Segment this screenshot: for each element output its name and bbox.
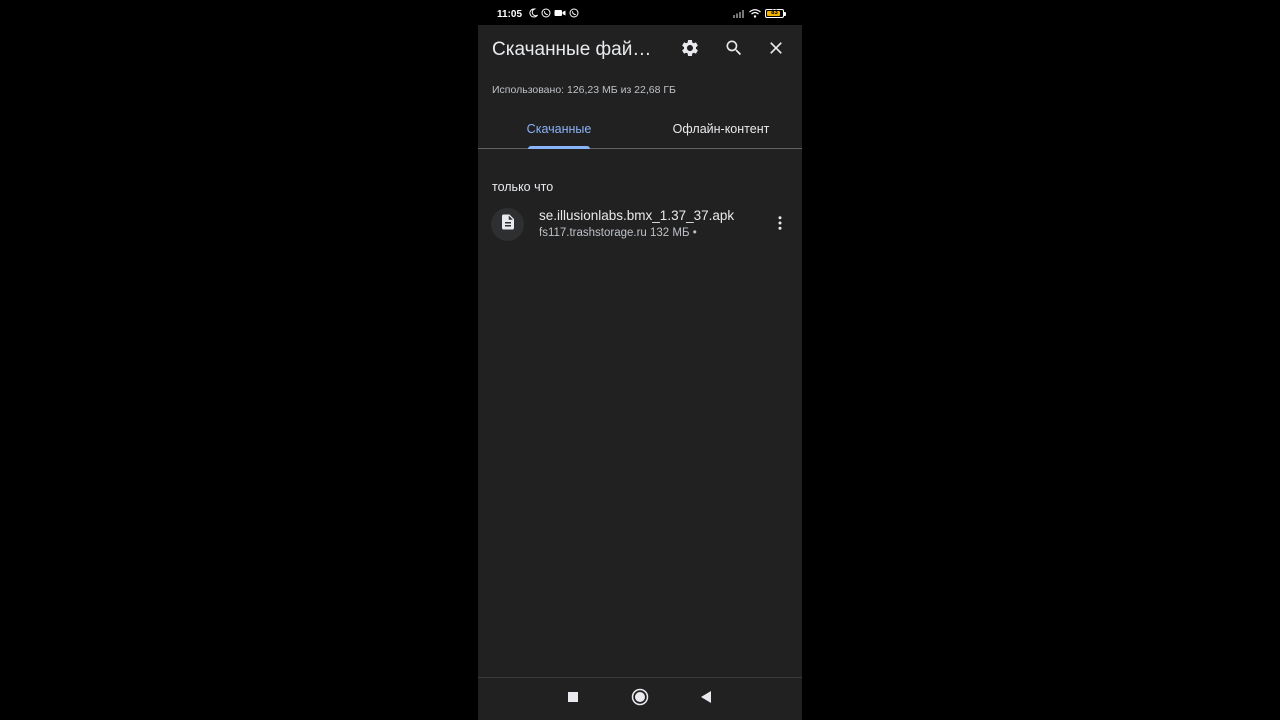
- home-icon: [631, 688, 649, 711]
- gear-icon: [680, 38, 700, 63]
- battery-tip: [784, 11, 786, 16]
- recents-button[interactable]: [562, 688, 584, 710]
- list-item[interactable]: se.illusionlabs.bmx_1.37_37.apk fs117.tr…: [478, 200, 802, 248]
- storage-usage: Использовано: 126,23 МБ из 22,68 ГБ: [492, 84, 676, 96]
- close-button[interactable]: [763, 37, 789, 63]
- file-icon-container: [491, 208, 524, 241]
- status-icons-right: 83: [733, 9, 786, 18]
- moon-icon: [528, 8, 538, 18]
- file-icon: [499, 213, 517, 236]
- video-camera-icon: [554, 8, 566, 18]
- tab-indicator: [528, 146, 590, 149]
- tab-downloads[interactable]: Скачанные: [478, 110, 640, 148]
- navigation-bar: [478, 677, 802, 720]
- recents-icon: [567, 690, 579, 708]
- wifi-icon: [749, 9, 761, 18]
- battery-level: 83: [771, 10, 778, 16]
- tab-bar: Скачанные Офлайн-контент: [478, 110, 802, 149]
- viber-icon: [569, 8, 579, 18]
- file-name: se.illusionlabs.bmx_1.37_37.apk: [539, 208, 735, 223]
- more-vert-icon: [771, 214, 789, 237]
- phone-screen: 11:05 83 Скачанные фай… Использовано: 12…: [478, 0, 802, 720]
- section-title: только что: [492, 180, 554, 194]
- file-meta: fs117.trashstorage.ru 132 МБ •: [539, 227, 697, 239]
- tab-offline-content[interactable]: Офлайн-контент: [640, 110, 802, 148]
- page-title: Скачанные фай…: [492, 39, 652, 60]
- battery-body: 83: [765, 9, 784, 18]
- settings-button[interactable]: [677, 37, 703, 63]
- status-icons-left: [528, 8, 579, 18]
- back-button[interactable]: [695, 688, 717, 710]
- back-icon: [699, 690, 713, 709]
- tab-label: Скачанные: [526, 122, 592, 136]
- status-bar: 11:05 83: [478, 0, 802, 25]
- signal-icon: [733, 9, 745, 18]
- battery-icon: 83: [765, 9, 786, 18]
- more-options-button[interactable]: [769, 214, 791, 236]
- tab-label: Офлайн-контент: [672, 122, 770, 136]
- close-icon: [766, 38, 786, 63]
- status-time: 11:05: [497, 9, 523, 20]
- app-bar: Скачанные фай…: [478, 25, 802, 75]
- viber-icon: [541, 8, 551, 18]
- home-button[interactable]: [629, 688, 651, 710]
- search-button[interactable]: [721, 37, 747, 63]
- search-icon: [724, 38, 744, 63]
